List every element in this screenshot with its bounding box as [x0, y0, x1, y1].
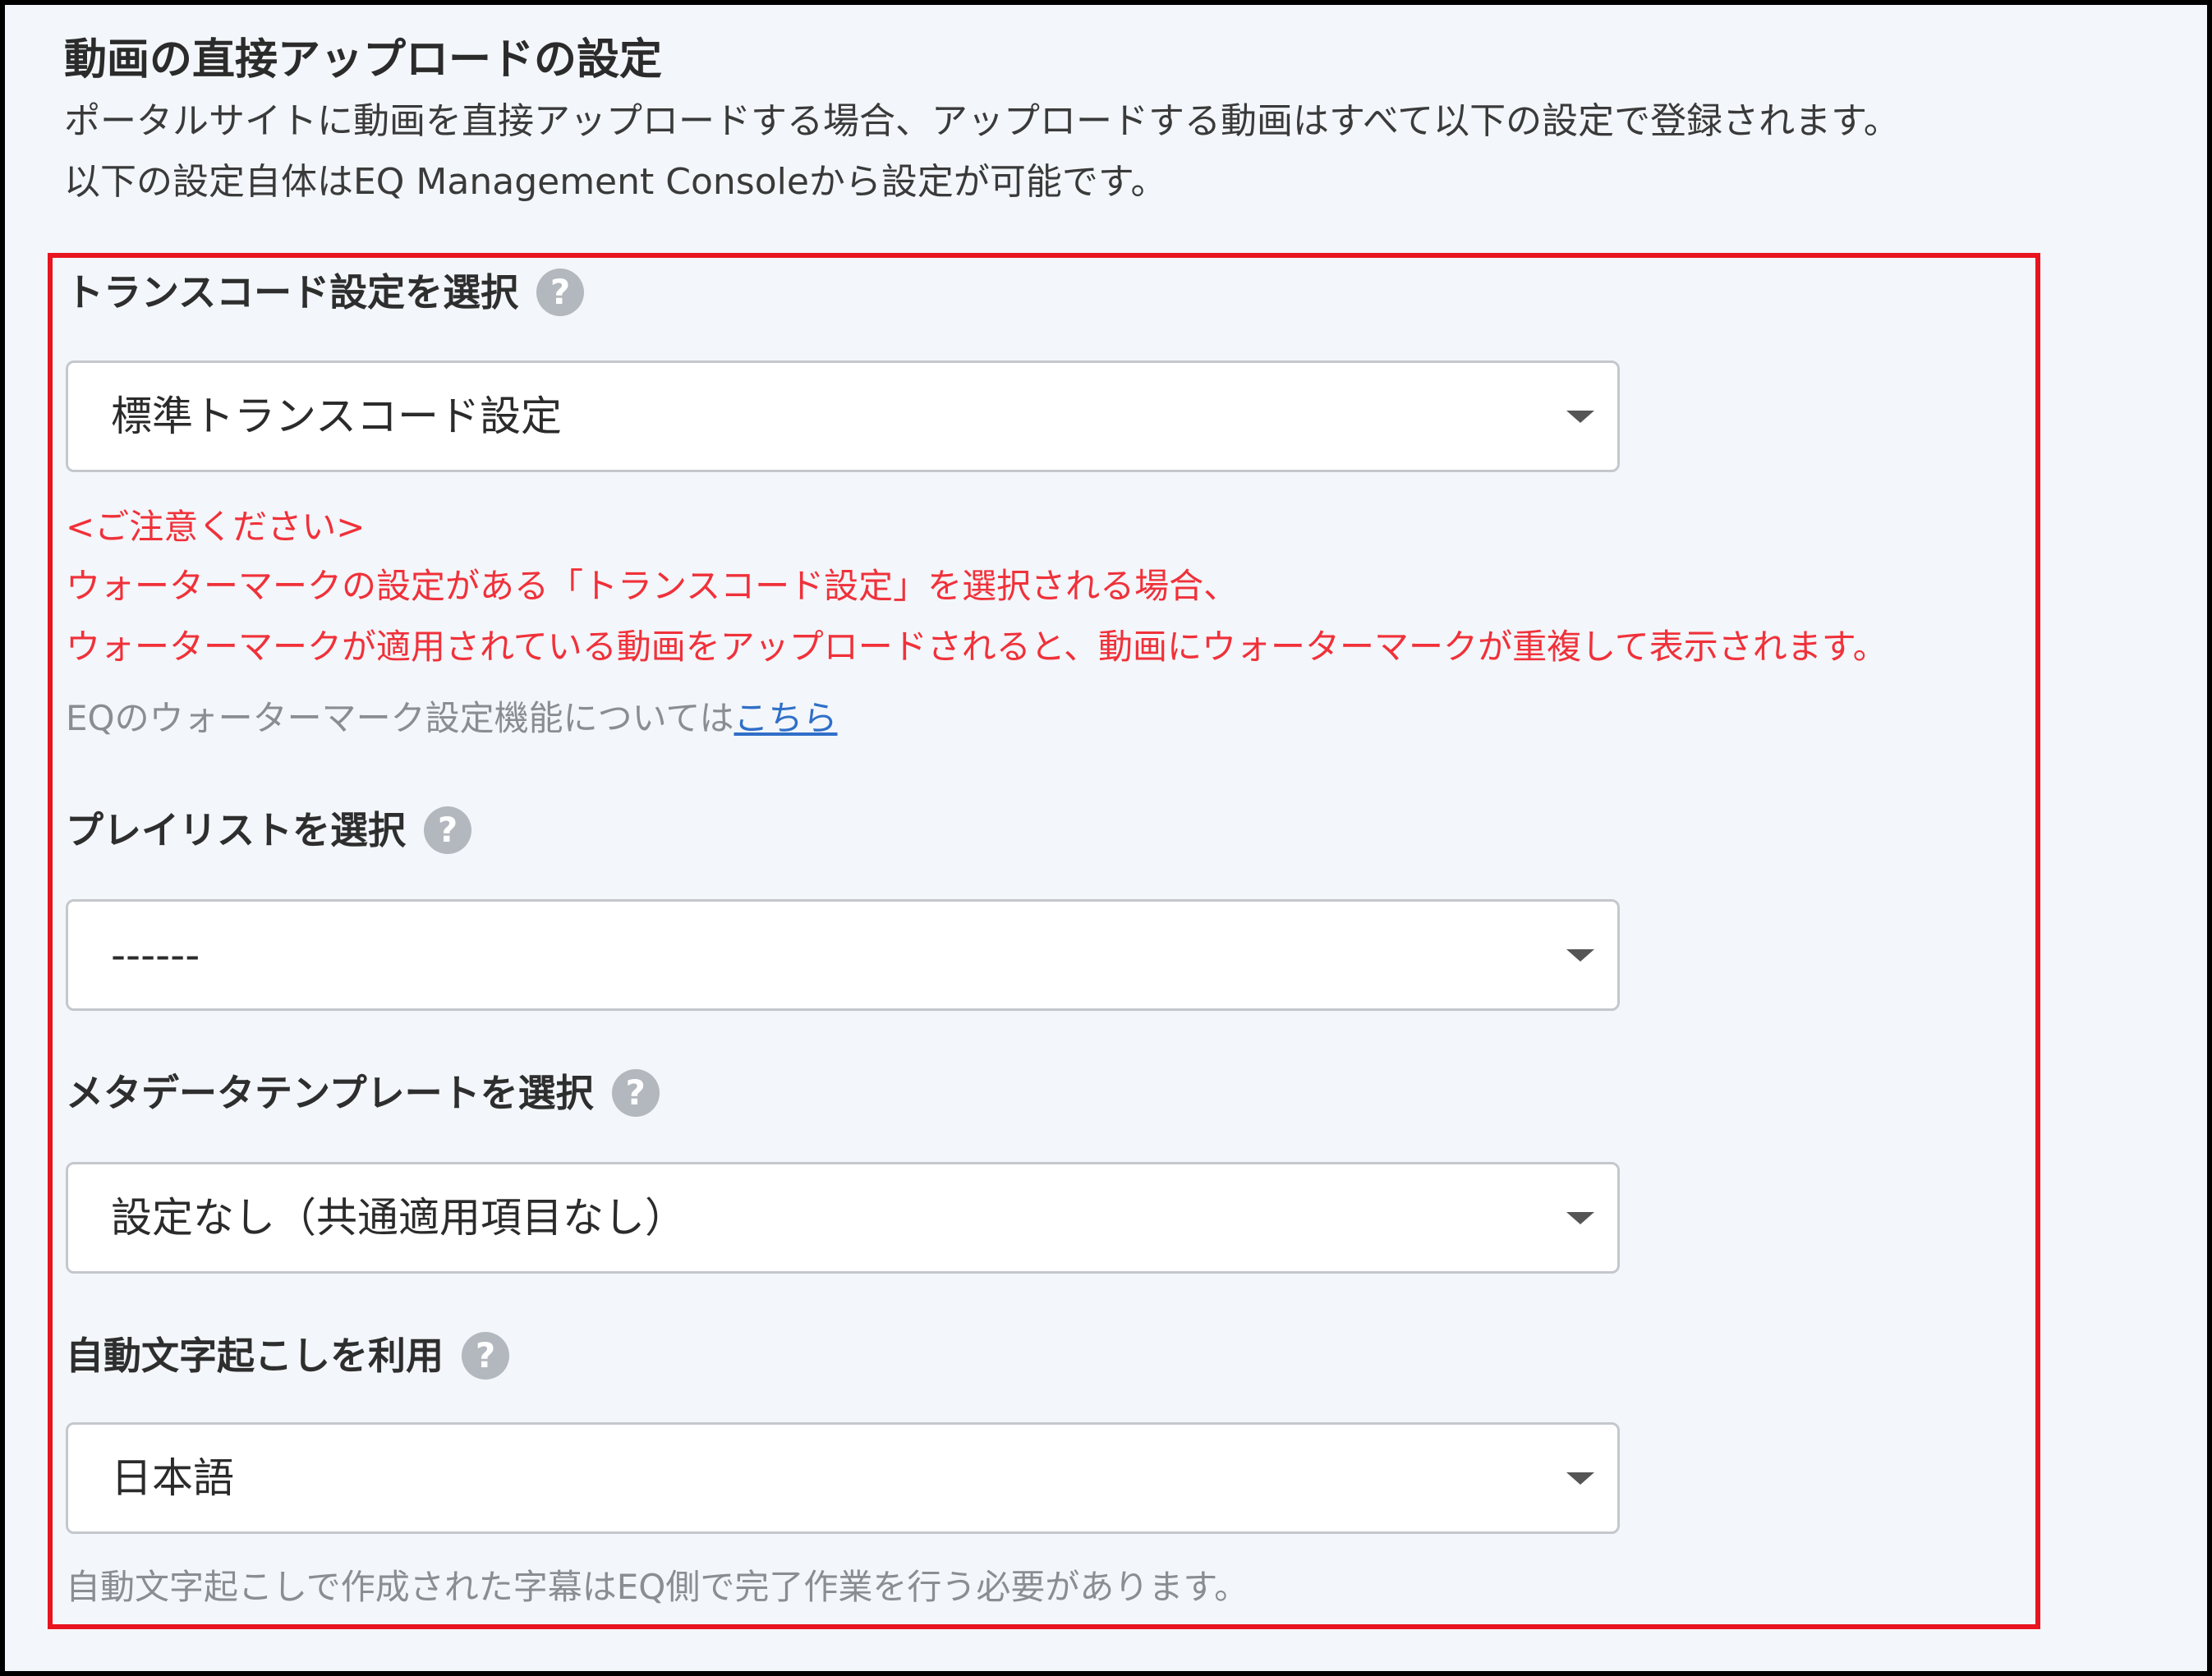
auto-transcription-select[interactable]: 日本語 [66, 1422, 1620, 1534]
question-mark-circle-icon[interactable]: ? [611, 1069, 660, 1117]
transcode-select[interactable]: 標準トランスコード設定 [66, 360, 1620, 472]
section-title: 動画の直接アップロードの設定 [64, 35, 663, 85]
question-mark-circle-icon[interactable]: ? [536, 269, 585, 316]
metadata-template-select-value: 設定なし（共通適用項目なし） [111, 1194, 686, 1242]
playlist-select[interactable]: ------ [66, 899, 1620, 1011]
section-description-line2: 以下の設定自体はEQ Management Consoleから設定が可能です。 [64, 161, 1167, 203]
auto-transcription-label: 自動文字起こしを利用 ? [66, 1329, 509, 1382]
watermark-note-text: EQのウォーターマーク設定機能については [66, 698, 734, 738]
caret-down-icon [1566, 949, 1594, 962]
transcode-select-value: 標準トランスコード設定 [111, 393, 562, 440]
watermark-note: EQのウォーターマーク設定機能についてはこちら [66, 695, 838, 742]
playlist-select-value: ------ [111, 931, 200, 979]
question-mark-circle-icon[interactable]: ? [424, 806, 471, 854]
playlist-label: プレイリストを選択 ? [66, 804, 471, 856]
metadata-template-label-text: メタデータテンプレートを選択 [66, 1071, 594, 1115]
auto-transcription-select-value: 日本語 [111, 1454, 234, 1502]
warning-line1: ウォーターマークの設定がある「トランスコード設定」を選択される場合、 [66, 566, 1239, 606]
metadata-template-label: メタデータテンプレートを選択 ? [66, 1067, 660, 1119]
caret-down-icon [1566, 1212, 1594, 1224]
watermark-help-link[interactable]: こちら [734, 698, 838, 738]
transcode-label: トランスコード設定を選択 ? [66, 266, 585, 319]
auto-transcription-note: 自動文字起こしで作成された字幕はEQ側で完了作業を行う必要があります。 [66, 1567, 1249, 1607]
metadata-template-select[interactable]: 設定なし（共通適用項目なし） [66, 1162, 1620, 1274]
caret-down-icon [1566, 411, 1594, 423]
warning-line2: ウォーターマークが適用されている動画をアップロードされると、動画にウォーターマー… [66, 627, 1888, 667]
warning-title: <ご注意ください> [66, 507, 366, 547]
caret-down-icon [1566, 1472, 1594, 1485]
playlist-label-text: プレイリストを選択 [66, 808, 406, 852]
section-description-line1: ポータルサイトに動画を直接アップロードする場合、アップロードする動画はすべて以下… [64, 100, 1900, 142]
auto-transcription-label-text: 自動文字起こしを利用 [66, 1334, 444, 1378]
settings-panel: 動画の直接アップロードの設定 ポータルサイトに動画を直接アップロードする場合、ア… [0, 0, 2212, 1676]
transcode-label-text: トランスコード設定を選択 [66, 270, 519, 315]
question-mark-circle-icon[interactable]: ? [462, 1332, 509, 1380]
